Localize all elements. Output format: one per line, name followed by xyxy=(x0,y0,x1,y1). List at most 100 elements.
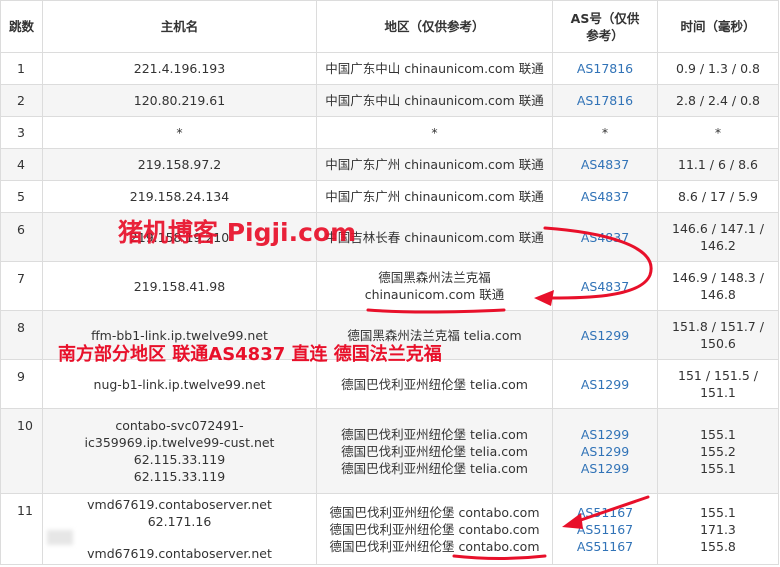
region-text: 中国广东广州 chinaunicom.com 联通 xyxy=(325,189,544,204)
hostname-text: 219.158.19.210 xyxy=(129,229,230,245)
region-text: 中国广东中山 chinaunicom.com 联通 xyxy=(325,93,544,108)
latency-cell: 146.9 / 148.3 / 146.8 xyxy=(657,261,779,311)
hostname-text: vmd67619.contaboserver.net xyxy=(87,546,272,561)
latency-cell: 8.6 / 17 / 5.9 xyxy=(657,180,779,213)
hostname-cell: 219.158.19.210 xyxy=(42,212,317,262)
hostname-cell: 120.80.219.61 xyxy=(42,84,317,117)
hostname-text: 62.115.33.119 xyxy=(133,469,226,484)
asn-link[interactable]: AS4837 xyxy=(557,156,653,173)
latency-cell: 11.1 / 6 / 8.6 xyxy=(657,148,779,181)
asn-link[interactable]: AS51167 xyxy=(557,538,653,555)
asn-cell: AS4837 xyxy=(552,212,658,262)
table-row: 4 219.158.97.2 中国广东广州 chinaunicom.com 联通 AS… xyxy=(0,148,779,181)
asn-link[interactable]: AS17816 xyxy=(557,60,653,77)
hostname-cell: contabo-svc072491-ic359969.ip.twelve99-c… xyxy=(42,408,317,494)
region-text: 德国巴伐利亚州纽伦堡 telia.com xyxy=(341,376,528,392)
hostname-text: 221.4.196.193 xyxy=(133,61,226,76)
hop-number: 5 xyxy=(0,180,43,213)
hostname-text: 219.158.24.134 xyxy=(129,189,230,204)
hop-number: 1 xyxy=(0,52,43,85)
latency-text: 151 / 151.5 / 151.1 xyxy=(678,368,758,400)
header-host: 主机名 xyxy=(42,0,317,53)
hostname-text: 219.158.41.98 xyxy=(133,278,226,294)
header-time: 时间（毫秒） xyxy=(657,0,779,53)
hostname-cell: 219.158.41.98 xyxy=(42,261,317,311)
region-cell: 德国巴伐利亚州纽伦堡 telia.com 德国巴伐利亚州纽伦堡 telia.com… xyxy=(316,408,553,494)
region-cell: 德国黑森州法兰克福 chinaunicom.com 联通 xyxy=(316,261,553,311)
table-row: 2 120.80.219.61 中国广东中山 chinaunicom.com 联通 A… xyxy=(0,84,779,117)
hop-number: 7 xyxy=(0,261,43,311)
hop-number: 4 xyxy=(0,148,43,181)
region-text: 德国巴伐利亚州纽伦堡 telia.com xyxy=(341,460,528,476)
latency-text: * xyxy=(714,125,722,140)
table-row: 7 219.158.41.98 德国黑森州法兰克福 chinaunicom.com 联… xyxy=(0,261,779,311)
annotation-text: 南方部分地区 联通AS4837 直连 德国法兰克福 xyxy=(58,344,442,365)
redacted-blur xyxy=(47,530,73,545)
region-cell: 中国吉林长春 chinaunicom.com 联通 xyxy=(316,212,553,262)
latency-text: 155.1 xyxy=(700,504,736,520)
hostname-text: 219.158.97.2 xyxy=(137,157,222,172)
asn-cell: AS1299 xyxy=(552,310,658,360)
latency-text: 146.9 / 148.3 / 146.8 xyxy=(672,270,764,302)
region-cell: * xyxy=(316,116,553,149)
table-row: 9 nug-b1-link.ip.twelve99.net 德国巴伐利亚州纽伦堡 t… xyxy=(0,359,779,409)
region-text: 德国黑森州法兰克福 xyxy=(378,270,491,285)
region-text: 德国巴伐利亚州纽伦堡 contabo.com xyxy=(329,504,540,520)
latency-cell: 155.1 171.3 155.8 xyxy=(657,493,779,565)
hop-number: 2 xyxy=(0,84,43,117)
hop-number: 3 xyxy=(0,116,43,149)
asn-link[interactable]: AS1299 xyxy=(557,327,653,344)
asn-link[interactable]: AS1299 xyxy=(557,376,653,393)
latency-text: 155.1 xyxy=(700,460,736,476)
hostname-text: contabo-svc072491-ic359969.ip.twelve99-c… xyxy=(84,418,275,450)
asn-link[interactable]: AS1299 xyxy=(557,426,653,443)
hop-number: 10 xyxy=(0,408,43,494)
table-row: 10 contabo-svc072491-ic359969.ip.twelve99… xyxy=(0,408,779,494)
asn-link[interactable]: AS51167 xyxy=(557,504,653,521)
region-text: 中国广东广州 chinaunicom.com 联通 xyxy=(325,157,544,172)
latency-text: 155.8 xyxy=(700,538,736,554)
asn-link[interactable]: AS4837 xyxy=(557,278,653,295)
header-asn: AS号（仅供参考） xyxy=(552,0,658,53)
asn-link[interactable]: AS4837 xyxy=(557,229,653,246)
region-cell: 中国广东中山 chinaunicom.com 联通 xyxy=(316,52,553,85)
asn-cell: AS4837 xyxy=(552,148,658,181)
hop-number: 6 xyxy=(0,212,43,262)
hop-number: 8 xyxy=(0,310,43,360)
latency-text: 171.3 xyxy=(700,521,736,537)
asn-cell: AS1299 xyxy=(552,359,658,409)
table-row: 3 * * * * xyxy=(0,116,779,149)
region-text: 中国吉林长春 chinaunicom.com 联通 xyxy=(325,229,544,245)
hostname-text: vmd67619.contaboserver.net xyxy=(87,497,272,512)
region-cell: 德国巴伐利亚州纽伦堡 contabo.com 德国巴伐利亚州纽伦堡 contabo… xyxy=(316,493,553,565)
latency-text: 8.6 / 17 / 5.9 xyxy=(678,189,758,204)
asn-link[interactable]: AS4837 xyxy=(557,188,653,205)
traceroute-table: 跳数 主机名 地区（仅供参考） AS号（仅供参考） 时间（毫秒） 1 221.4.… xyxy=(0,0,779,565)
hostname-text: * xyxy=(176,125,183,140)
latency-cell: 155.1 155.2 155.1 xyxy=(657,408,779,494)
asn-link[interactable]: AS17816 xyxy=(557,92,653,109)
hostname-text: nug-b1-link.ip.twelve99.net xyxy=(93,376,266,392)
region-cell: 中国广东中山 chinaunicom.com 联通 xyxy=(316,84,553,117)
table-body: 1 221.4.196.193 中国广东中山 chinaunicom.com 联通 A… xyxy=(0,52,779,565)
hostname-cell: 219.158.97.2 xyxy=(42,148,317,181)
latency-text: 155.2 xyxy=(700,443,736,459)
hostname-cell: vmd67619.contaboserver.net 62.171.16 vmd67… xyxy=(42,493,317,565)
asn-link[interactable]: AS1299 xyxy=(557,460,653,477)
region-cell: 中国广东广州 chinaunicom.com 联通 xyxy=(316,148,553,181)
region-text: 中国广东中山 chinaunicom.com 联通 xyxy=(325,61,544,76)
asn-link[interactable]: AS51167 xyxy=(557,521,653,538)
asn-cell: AS17816 xyxy=(552,84,658,117)
latency-cell: * xyxy=(657,116,779,149)
latency-text: 11.1 / 6 / 8.6 xyxy=(678,157,758,172)
host-line: 62.171.16 xyxy=(47,513,312,545)
hostname-cell: * xyxy=(42,116,317,149)
table-header-row: 跳数 主机名 地区（仅供参考） AS号（仅供参考） 时间（毫秒） xyxy=(0,0,779,53)
region-text: 德国巴伐利亚州纽伦堡 contabo.com xyxy=(329,538,540,554)
region-text: 德国巴伐利亚州纽伦堡 telia.com xyxy=(341,426,528,442)
table-row: 11 vmd67619.contaboserver.net 62.171.16 vmd… xyxy=(0,493,779,565)
latency-cell: 0.9 / 1.3 / 0.8 xyxy=(657,52,779,85)
asn-link[interactable]: AS1299 xyxy=(557,443,653,460)
hop-number: 11 xyxy=(0,493,43,565)
region-text: 德国巴伐利亚州纽伦堡 telia.com xyxy=(341,443,528,459)
